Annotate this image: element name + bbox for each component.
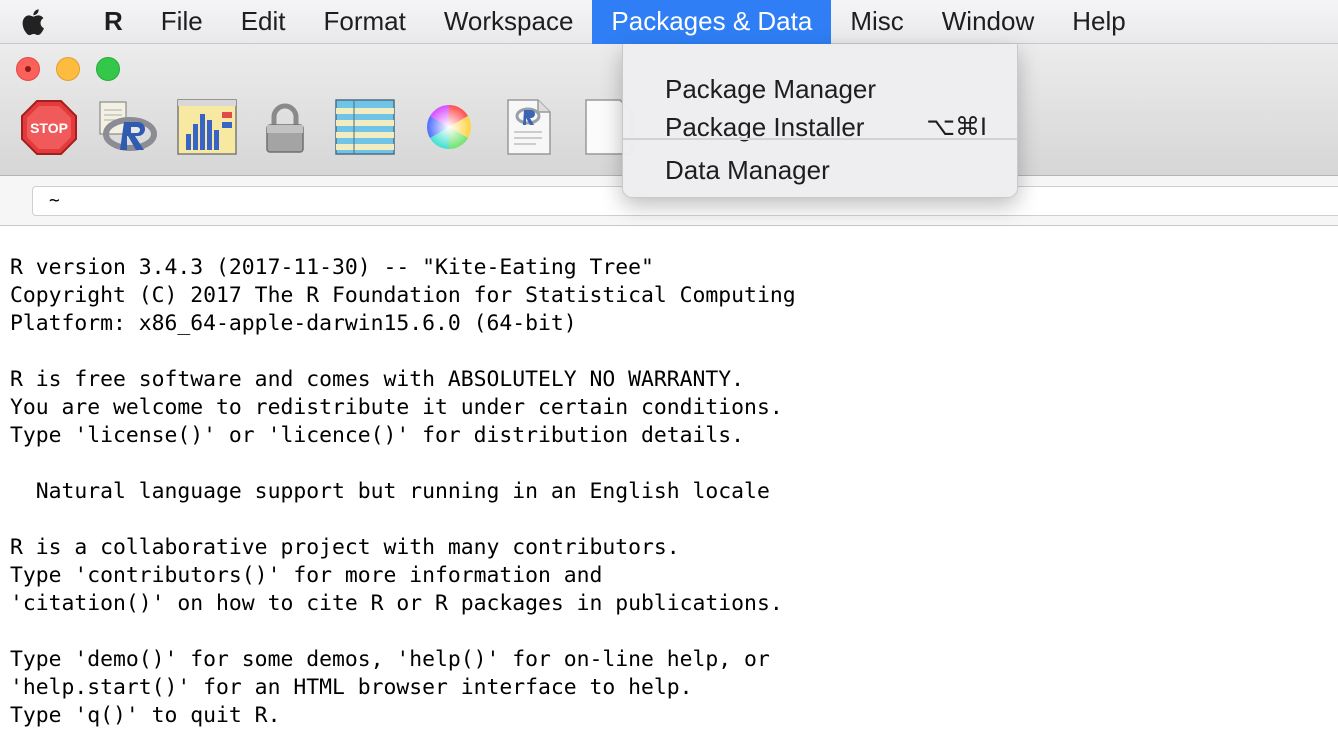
color-wheel-icon <box>427 105 471 149</box>
new-document-button[interactable] <box>498 96 560 158</box>
new-document-icon <box>507 99 551 155</box>
close-window-button[interactable] <box>16 57 40 81</box>
lock-icon <box>266 103 304 153</box>
menu-item-package-manager[interactable]: Package Manager <box>623 70 1017 108</box>
r-console-screen: R File Edit Format Workspace Packages & … <box>0 0 1338 754</box>
quartz-plot-button[interactable] <box>176 96 238 158</box>
menu-item-label: Data Manager <box>665 154 830 185</box>
source-script-icon <box>99 101 157 151</box>
source-script-button[interactable] <box>96 96 158 158</box>
menu-window[interactable]: Window <box>923 0 1053 44</box>
stop-icon: STOP <box>21 100 77 155</box>
menu-app-r[interactable]: R <box>60 0 142 44</box>
stop-button[interactable]: STOP <box>18 96 80 158</box>
menu-workspace[interactable]: Workspace <box>425 0 593 44</box>
maximize-window-button[interactable] <box>96 57 120 81</box>
data-editor-button[interactable] <box>334 96 396 158</box>
menu-item-package-installer[interactable]: Package Installer ⌥⌘I <box>623 108 1017 146</box>
packages-data-menu: Package Manager Package Installer ⌥⌘I Da… <box>622 44 1018 198</box>
color-wheel-button[interactable] <box>418 96 480 158</box>
minimize-window-button[interactable] <box>56 57 80 81</box>
console-area[interactable]: R version 3.4.3 (2017-11-30) -- "Kite-Ea… <box>0 226 1338 754</box>
menu-packages-data[interactable]: Packages & Data <box>592 0 832 44</box>
menu-edit[interactable]: Edit <box>222 0 305 44</box>
stop-label: STOP <box>30 120 68 136</box>
menu-separator <box>623 138 1017 140</box>
shortcut-label: ⌥⌘I <box>926 113 987 141</box>
menu-misc[interactable]: Misc <box>831 0 922 44</box>
apple-menu[interactable] <box>0 0 60 44</box>
menu-format[interactable]: Format <box>305 0 425 44</box>
lock-button[interactable] <box>254 96 316 158</box>
menu-file[interactable]: File <box>142 0 222 44</box>
console-output: R version 3.4.3 (2017-11-30) -- "Kite-Ea… <box>10 255 796 728</box>
menu-item-data-manager[interactable]: Data Manager <box>623 151 1017 189</box>
quartz-plot-icon <box>177 99 237 155</box>
data-table-icon <box>335 99 395 155</box>
apple-icon <box>22 8 44 35</box>
menu-item-label: Package Manager <box>665 73 877 104</box>
menu-help[interactable]: Help <box>1053 0 1144 44</box>
menu-bar: R File Edit Format Workspace Packages & … <box>0 0 1338 44</box>
